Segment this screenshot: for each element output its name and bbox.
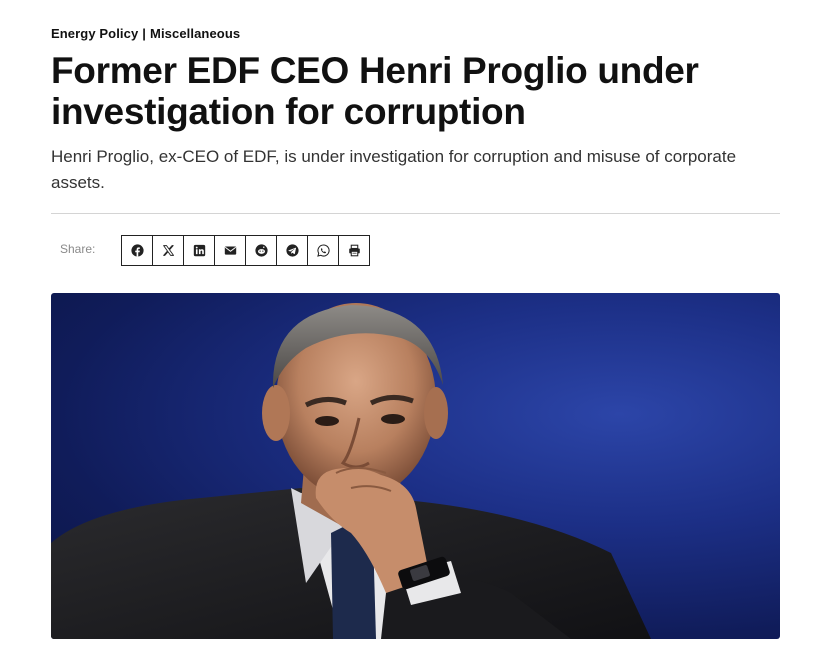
share-label: Share:: [60, 242, 96, 256]
divider: [51, 213, 780, 214]
share-buttons: [121, 235, 370, 266]
category-link-energy-policy[interactable]: Energy Policy: [51, 26, 138, 41]
email-icon: [224, 246, 236, 255]
print-icon: [348, 244, 360, 257]
x-icon: [162, 245, 174, 256]
category-separator: |: [142, 26, 147, 41]
share-telegram-button[interactable]: [276, 235, 308, 266]
telegram-icon: [285, 244, 299, 257]
facebook-icon: [130, 244, 144, 257]
breadcrumb: Energy Policy | Miscellaneous: [51, 26, 240, 41]
share-whatsapp-button[interactable]: [307, 235, 339, 266]
reddit-icon: [254, 244, 268, 257]
portrait-illustration: [51, 303, 651, 639]
article-subtitle: Henri Proglio, ex-CEO of EDF, is under i…: [51, 147, 737, 192]
share-email-button[interactable]: [214, 235, 246, 266]
share-facebook-button[interactable]: [121, 235, 153, 266]
linkedin-icon: [193, 244, 205, 257]
hero-image: [51, 293, 780, 639]
share-print-button[interactable]: [338, 235, 370, 266]
page-title: Former EDF CEO Henri Proglio under inves…: [51, 50, 699, 132]
share-linkedin-button[interactable]: [183, 235, 215, 266]
share-bar: Share:: [51, 235, 451, 266]
share-reddit-button[interactable]: [245, 235, 277, 266]
whatsapp-icon: [316, 244, 330, 257]
category-link-miscellaneous[interactable]: Miscellaneous: [150, 26, 240, 41]
share-x-button[interactable]: [152, 235, 184, 266]
